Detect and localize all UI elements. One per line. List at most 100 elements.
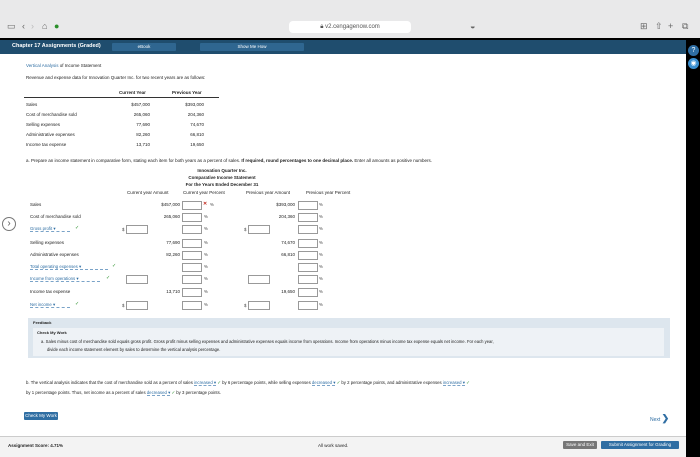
dollar-sign: $ [244, 227, 247, 232]
col-prev-percent: Previous year Percent [306, 190, 351, 195]
data-row-cur: 77,690 [136, 122, 150, 127]
chevron-down-icon: ▾ [52, 302, 56, 307]
select-cogs-change[interactable]: increased ▾ [194, 380, 217, 386]
grid-icon[interactable]: ⊞ [640, 21, 648, 31]
amount-input[interactable] [126, 275, 148, 284]
part-b-line-2: by 1 percentage points. Thus, net income… [26, 390, 221, 396]
row-cur-amount: 13,710 [166, 289, 180, 294]
url-text: v2.cengagenow.com [325, 24, 380, 30]
percent-input[interactable] [298, 225, 318, 234]
row-select-income-operations[interactable]: Income from operations ▾ [30, 276, 100, 282]
pct-sign: % [319, 202, 323, 207]
pct-sign: % [204, 252, 208, 257]
assignment-footer: Assignment Score: 4.71% All work saved. … [0, 436, 686, 457]
pct-sign: % [319, 276, 323, 281]
row-prev-amount: 19,650 [281, 289, 295, 294]
sidebar-toggle-icon[interactable]: ▭ [7, 21, 16, 31]
forward-icon[interactable]: › [31, 21, 34, 31]
part-b-text: by 3 percentage points. [176, 390, 221, 395]
select-net-income-change[interactable]: decreased ▾ [146, 390, 171, 396]
row-label-sales: Sales [30, 202, 42, 207]
next-button[interactable]: Next ❯ [650, 413, 669, 424]
show-me-how-button[interactable]: Show Me How [200, 43, 304, 51]
percent-input[interactable] [182, 201, 202, 210]
pct-sign: % [319, 264, 323, 269]
assignment-header: Chapter 17 Assignments (Graded) eBook Sh… [0, 40, 686, 54]
data-row-prev: $393,000 [185, 102, 204, 107]
tabs-icon[interactable]: ⧉ [682, 21, 688, 31]
amount-input[interactable] [248, 301, 270, 310]
correct-check-icon: ✓ [466, 380, 470, 385]
tools-icon[interactable]: ◉ [688, 58, 699, 69]
pct-sign: % [204, 302, 208, 307]
percent-input[interactable] [182, 301, 202, 310]
correct-check-icon: ✓ [75, 301, 80, 307]
select-value: decreased [146, 390, 167, 395]
share-icon[interactable]: ⇧ [655, 21, 663, 31]
amount-input[interactable] [126, 225, 148, 234]
row-cur-amount: 77,690 [166, 240, 180, 245]
percent-input[interactable] [298, 213, 318, 222]
select-selling-change[interactable]: decreased ▾ [311, 380, 336, 386]
col-cur-percent: Current year Percent [183, 190, 225, 195]
row-prev-amount: 66,810 [281, 252, 295, 257]
percent-input[interactable] [182, 239, 202, 248]
data-row-prev: 66,810 [190, 132, 204, 137]
percent-input[interactable] [182, 263, 202, 272]
pct-sign: % [204, 289, 208, 294]
row-select-net-income[interactable]: Net income ▾ [30, 302, 70, 308]
check-my-work-button[interactable]: Check My Work [24, 412, 58, 420]
address-bar[interactable]: 🔒︎ v2.cengagenow.com [289, 21, 411, 33]
ebook-button[interactable]: eBook [112, 43, 176, 51]
dollar-sign: $ [244, 303, 247, 308]
feedback-text-b: divide each income statement element by … [47, 347, 221, 352]
select-value: Total operating expenses [30, 264, 78, 269]
percent-input[interactable] [182, 288, 202, 297]
section-title: Vertical Analysis of Income Statement [26, 63, 101, 68]
row-select-gross-profit[interactable]: Gross profit ▾ [30, 226, 70, 232]
select-admin-change[interactable]: increased ▾ [442, 380, 465, 386]
amount-input[interactable] [126, 301, 148, 310]
percent-input[interactable] [298, 288, 318, 297]
amount-input[interactable] [248, 275, 270, 284]
instruction-bold: If required, round percentages to one de… [241, 158, 354, 163]
dollar-sign: $ [122, 227, 125, 232]
percent-input[interactable] [182, 275, 202, 284]
browser-toolbar: ▭ ‹ › ⌂ ● 🔒︎ v2.cengagenow.com ◒ ⊞ ⇧ + ⧉ [0, 0, 700, 38]
row-prev-amount: $393,000 [276, 202, 295, 207]
row-label-income-tax: Income tax expense [30, 289, 71, 294]
percent-input[interactable] [182, 251, 202, 260]
percent-input[interactable] [298, 301, 318, 310]
correct-check-icon: ✓ [112, 263, 117, 269]
submit-assignment-button[interactable]: Submit Assignment for Grading [601, 441, 679, 449]
percent-input[interactable] [182, 225, 202, 234]
percent-input[interactable] [298, 239, 318, 248]
amount-input[interactable] [248, 225, 270, 234]
new-tab-icon[interactable]: + [668, 21, 673, 31]
col-header-current: Current Year [119, 90, 146, 95]
previous-step-icon[interactable]: › [2, 217, 16, 231]
glossary-link[interactable]: Vertical Analysis [26, 63, 59, 68]
pct-sign: % [319, 240, 323, 245]
percent-input[interactable] [182, 213, 202, 222]
data-row-label: Selling expenses [26, 122, 61, 127]
feedback-check-label: Check My Work [37, 330, 67, 335]
help-icon[interactable]: ? [688, 45, 699, 56]
percent-input[interactable] [298, 263, 318, 272]
part-b-text: b. The vertical analysis indicates that … [26, 380, 193, 385]
percent-input[interactable] [298, 201, 318, 210]
extension-icon[interactable]: ● [54, 21, 59, 31]
extensions-icon[interactable]: ◒ [470, 21, 475, 31]
select-value: Net income [30, 302, 52, 307]
save-and-exit-button[interactable]: Save and Exit [563, 441, 597, 449]
percent-input[interactable] [298, 275, 318, 284]
pct-sign: % [319, 252, 323, 257]
percent-input[interactable] [298, 251, 318, 260]
home-icon[interactable]: ⌂ [42, 21, 47, 31]
select-value: increased [194, 380, 213, 385]
data-row-prev: 74,670 [190, 122, 204, 127]
row-select-total-operating[interactable]: Total operating expenses ▾ [30, 264, 108, 270]
row-cur-amount: 82,260 [166, 252, 180, 257]
back-icon[interactable]: ‹ [22, 21, 25, 31]
correct-check-icon: ✓ [75, 225, 80, 231]
